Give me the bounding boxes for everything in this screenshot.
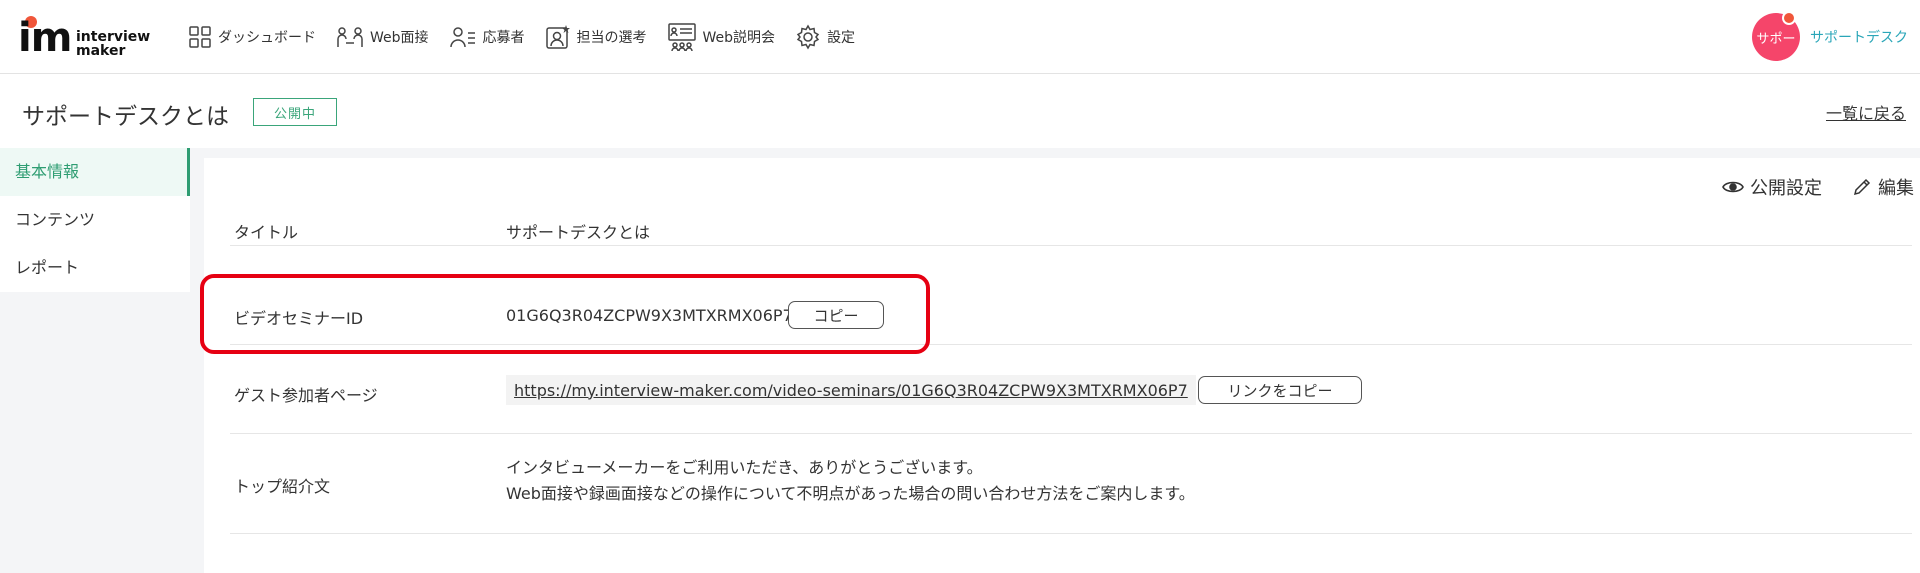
detail-row-title: タイトル サポートデスクとは: [230, 158, 1912, 246]
back-to-list-link[interactable]: 一覧に戻る: [1826, 100, 1906, 124]
title-label: タイトル: [234, 223, 299, 242]
nav-web-seminar-label: Web説明会: [702, 30, 776, 46]
nav-my-selections-label: 担当の選考: [576, 30, 647, 46]
seminar-id-label: ビデオセミナーID: [234, 309, 364, 328]
app-header: im interview maker ダッシュボード Web面接 応募者 担当の…: [0, 0, 1920, 74]
seminar-id-value: 01G6Q3R04ZCPW9X3MTXRMX06P7: [506, 306, 793, 325]
logo-text: interview maker: [76, 30, 150, 58]
main-nav: ダッシュボード Web面接 応募者 担当の選考 Web説明会 設定: [188, 22, 875, 52]
sidebar-item-contents[interactable]: コンテンツ: [0, 196, 190, 244]
avatar-text: サポー: [1756, 31, 1796, 47]
grid-icon: [188, 25, 212, 49]
logo-line-2: maker: [76, 43, 126, 59]
nav-applicants[interactable]: 応募者: [449, 25, 525, 49]
title-value: サポートデスクとは: [506, 223, 651, 242]
nav-web-seminar[interactable]: Web説明会: [667, 22, 776, 52]
sidebar-item-report[interactable]: レポート: [0, 244, 190, 292]
guest-page-label: ゲスト参加者ページ: [234, 386, 378, 405]
user-menu[interactable]: サポー サポートデスク: [1752, 11, 1908, 61]
copy-id-button[interactable]: コピー: [788, 301, 884, 329]
nav-settings-label: 設定: [827, 30, 856, 46]
title-bar: サポートデスクとは 公開中 一覧に戻る: [0, 74, 1920, 148]
detail-panel: 公開設定 編集 タイトル サポートデスクとは ビデオセミナーID 01G6Q3R…: [204, 158, 1920, 573]
intro-label: トップ紹介文: [234, 477, 331, 496]
gear-icon: [795, 24, 821, 50]
sidebar: 基本情報 コンテンツ レポート: [0, 148, 190, 292]
detail-row-guest-page: ゲスト参加者ページ https://my.interview-maker.com…: [230, 346, 1912, 434]
page-title: サポートデスクとは: [22, 104, 229, 130]
applicant-icon: [449, 25, 477, 49]
sidebar-item-basic-info[interactable]: 基本情報: [0, 148, 190, 196]
detail-row-intro: トップ紹介文 インタビューメーカーをご利用いただき、ありがとうございます。 We…: [230, 435, 1912, 534]
nav-dashboard[interactable]: ダッシュボード: [188, 25, 316, 49]
nav-settings[interactable]: 設定: [795, 24, 855, 50]
interview-icon: [336, 25, 364, 49]
nav-web-interview-label: Web面接: [370, 30, 429, 46]
nav-my-selections[interactable]: 担当の選考: [545, 24, 647, 50]
nav-applicants-label: 応募者: [482, 30, 525, 46]
logo-mark: im: [18, 15, 72, 61]
status-badge: 公開中: [253, 98, 337, 126]
detail-row-seminar-id: ビデオセミナーID 01G6Q3R04ZCPW9X3MTXRMX06P7 コピー: [230, 257, 1912, 345]
notification-badge-icon: [1782, 11, 1796, 25]
nav-dashboard-label: ダッシュボード: [218, 30, 316, 46]
intro-line-1: インタビューメーカーをご利用いただき、ありがとうございます。: [506, 458, 983, 477]
intro-line-2: Web面接や録画面接などの操作について不明点があった場合の問い合わせ方法をご案内…: [506, 484, 1195, 503]
copy-link-button[interactable]: リンクをコピー: [1198, 376, 1362, 404]
selection-icon: [545, 24, 571, 50]
avatar[interactable]: サポー: [1752, 11, 1800, 61]
guest-page-url-link[interactable]: https://my.interview-maker.com/video-sem…: [506, 375, 1196, 405]
seminar-icon: [667, 22, 697, 52]
nav-web-interview[interactable]: Web面接: [336, 25, 429, 49]
user-name[interactable]: サポートデスク: [1810, 27, 1908, 47]
logo-line-1: interview: [76, 29, 151, 45]
intro-text: インタビューメーカーをご利用いただき、ありがとうございます。 Web面接や録画面…: [506, 455, 1195, 507]
interview-maker-logo[interactable]: im interview maker: [18, 16, 158, 60]
